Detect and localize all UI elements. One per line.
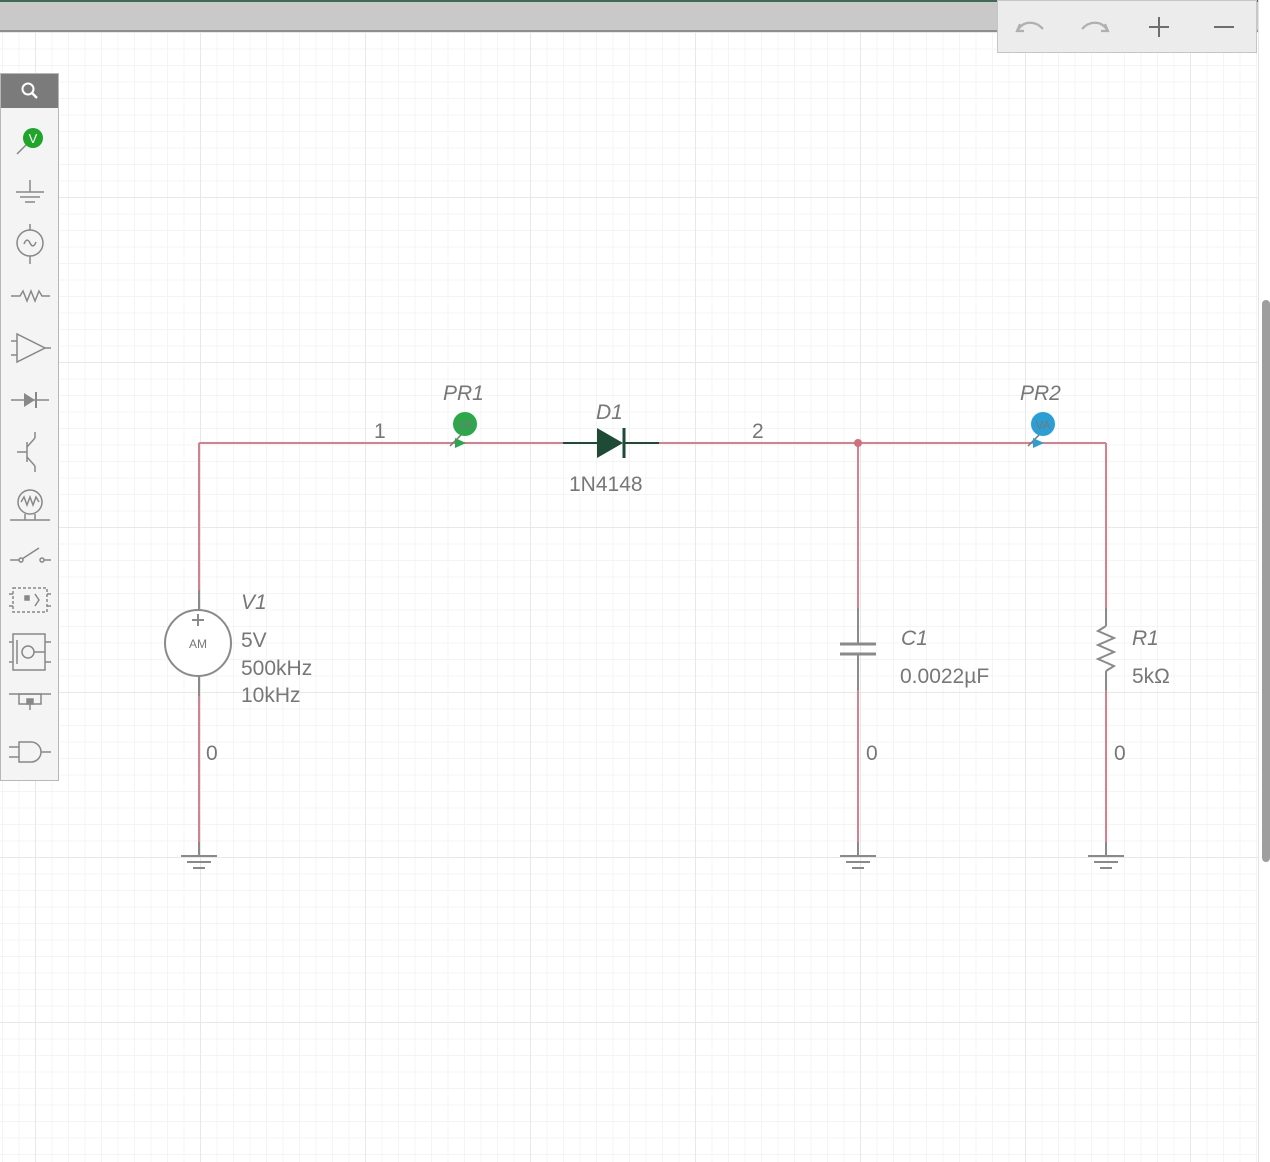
connector-icon [9, 693, 51, 710]
transistor-icon [17, 432, 36, 472]
node-label: 0 [866, 742, 878, 765]
minus-icon [1213, 25, 1234, 28]
v1-carrier: 500kHz [241, 657, 312, 680]
c1-value: 0.0022µF [900, 665, 989, 688]
r1-resistor[interactable] [1095, 608, 1117, 690]
wires[interactable] [198, 442, 1107, 842]
diode-icon [11, 392, 49, 408]
plus-icon [1149, 16, 1170, 37]
redo-icon [1080, 21, 1110, 32]
palette-item-switch[interactable] [7, 534, 53, 578]
lamp-icon [10, 489, 50, 521]
v1-symbol-label: AM [189, 637, 207, 651]
pr2-badge: VA [1035, 418, 1050, 432]
timer-ic-icon [9, 633, 51, 671]
search-icon [21, 82, 38, 99]
palette-item-relay[interactable] [7, 578, 53, 622]
palette-item-connector[interactable] [7, 678, 53, 722]
v1-modulation: 10kHz [241, 684, 301, 707]
v1-source[interactable]: AM [164, 590, 232, 696]
node-label: 1 [374, 420, 386, 443]
palette-item-lamp[interactable] [7, 482, 53, 526]
ground-icon [16, 180, 44, 203]
pr1-ref: PR1 [443, 382, 484, 405]
palette-item-transistor[interactable] [7, 430, 53, 474]
palette-item-diode[interactable] [7, 378, 53, 422]
palette-item-opamp[interactable] [7, 326, 53, 370]
node-label: 0 [1114, 742, 1126, 765]
palette-item-ground[interactable] [7, 170, 53, 214]
junction-dot [854, 439, 862, 447]
palette-search-button[interactable] [1, 74, 58, 108]
component-palette: V [0, 73, 59, 781]
r1-ref: R1 [1132, 627, 1159, 650]
c1-capacitor[interactable] [840, 608, 876, 690]
palette-item-resistor[interactable] [7, 274, 53, 318]
canvas-toolbar [997, 0, 1257, 53]
ground-symbol[interactable] [840, 842, 876, 869]
palette-item-timer-ic[interactable] [7, 630, 53, 674]
undo-button[interactable] [1008, 7, 1052, 47]
d1-ref: D1 [596, 401, 623, 424]
r1-value: 5kΩ [1132, 665, 1170, 688]
opamp-icon [11, 332, 51, 364]
logic-gate-icon [9, 741, 51, 763]
v1-ref: V1 [241, 591, 267, 614]
ground-symbol[interactable] [181, 842, 217, 869]
resistor-icon [11, 288, 50, 304]
schematic-drawing: AM VA VA 1 2 0 0 0 PR1 PR2 D1 1N4148 V1 … [164, 382, 1170, 869]
palette-item-logic-gate[interactable] [7, 730, 53, 774]
vertical-scrollbar-thumb[interactable] [1262, 300, 1270, 862]
palette-item-ac-source[interactable] [7, 222, 53, 266]
zoom-out-button[interactable] [1202, 7, 1246, 47]
node-label: 2 [752, 420, 764, 443]
relay-icon [9, 587, 51, 613]
ground-symbol[interactable] [1088, 842, 1124, 869]
switch-icon [10, 547, 51, 563]
d1-model: 1N4148 [569, 473, 643, 496]
node-label: 0 [206, 742, 218, 765]
pr1-badge: VA [457, 418, 472, 432]
d1-diode[interactable] [563, 428, 659, 458]
palette-item-voltage-probe[interactable]: V [7, 118, 53, 162]
c1-ref: C1 [901, 627, 928, 650]
pr2-ref: PR2 [1020, 382, 1061, 405]
voltage-probe-icon: V [16, 128, 43, 155]
zoom-in-button[interactable] [1137, 7, 1181, 47]
redo-button[interactable] [1073, 7, 1117, 47]
ac-source-icon [16, 224, 44, 264]
v1-amplitude: 5V [241, 629, 267, 652]
svg-text:V: V [29, 131, 38, 146]
undo-icon [1015, 21, 1045, 32]
